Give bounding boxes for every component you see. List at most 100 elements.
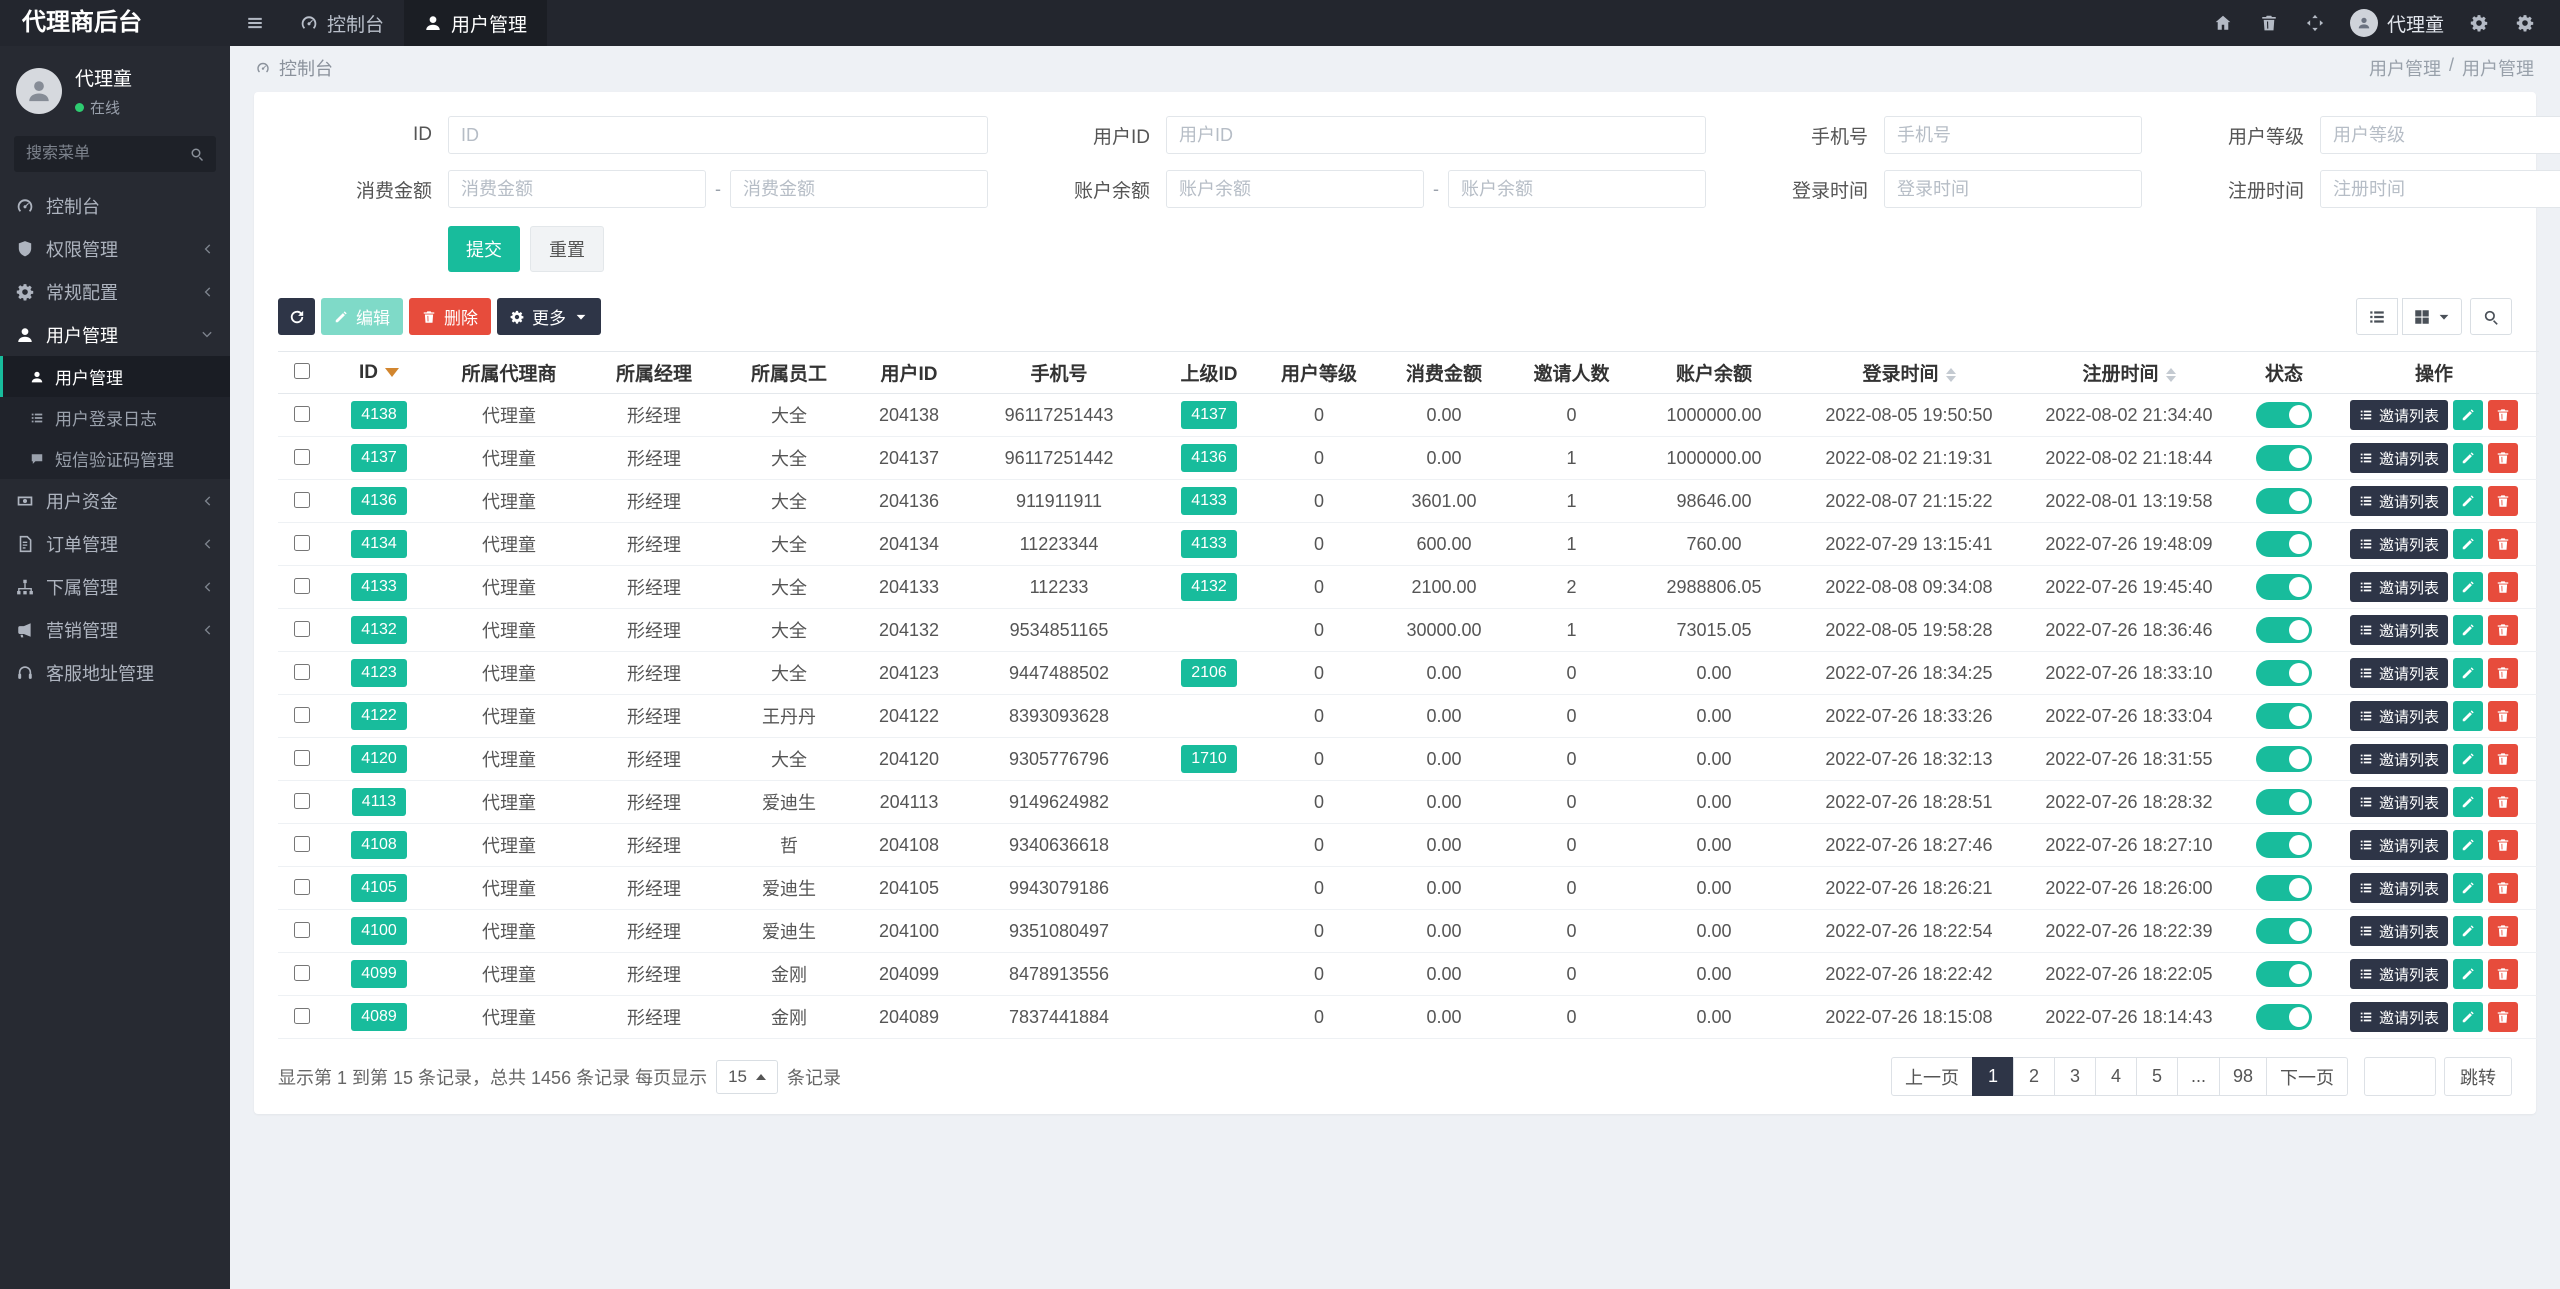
user-id-input[interactable] — [1166, 116, 1706, 154]
next-page-button[interactable]: 下一页 — [2266, 1057, 2348, 1096]
sidebar-item-user-management[interactable]: 用户管理 — [0, 313, 230, 356]
row-delete-button[interactable] — [2488, 744, 2518, 774]
row-edit-button[interactable] — [2453, 873, 2483, 903]
column-header-id[interactable]: ID — [324, 351, 434, 394]
page-number-button[interactable]: 98 — [2218, 1057, 2267, 1096]
invite-list-button[interactable]: 邀请列表 — [2349, 658, 2448, 688]
sidebar-item-user-funds[interactable]: 用户资金 — [0, 479, 230, 522]
row-edit-button[interactable] — [2453, 529, 2483, 559]
row-delete-button[interactable] — [2488, 615, 2518, 645]
invite-list-button[interactable]: 邀请列表 — [2349, 744, 2448, 774]
row-edit-button[interactable] — [2453, 1002, 2483, 1032]
row-delete-button[interactable] — [2488, 572, 2518, 602]
page-number-button[interactable]: ... — [2176, 1057, 2220, 1096]
row-edit-button[interactable] — [2453, 787, 2483, 817]
sidebar-item-orders[interactable]: 订单管理 — [0, 522, 230, 565]
row-checkbox[interactable] — [293, 836, 310, 852]
invite-list-button[interactable]: 邀请列表 — [2349, 486, 2448, 516]
row-delete-button[interactable] — [2488, 830, 2518, 860]
delete-button[interactable]: 删除 — [409, 298, 491, 335]
sidebar-item-marketing[interactable]: 营销管理 — [0, 608, 230, 651]
invite-list-button[interactable]: 邀请列表 — [2349, 400, 2448, 430]
status-toggle[interactable] — [2256, 746, 2312, 772]
page-number-button[interactable]: 1 — [1971, 1057, 2014, 1096]
page-number-button[interactable]: 2 — [2012, 1057, 2055, 1096]
invite-list-button[interactable]: 邀请列表 — [2349, 443, 2448, 473]
login-time-input[interactable] — [1884, 170, 2142, 208]
columns-button[interactable] — [2402, 298, 2462, 335]
prev-page-button[interactable]: 上一页 — [1890, 1057, 1973, 1096]
submit-button[interactable]: 提交 — [448, 226, 520, 272]
row-checkbox[interactable] — [293, 879, 310, 895]
avatar[interactable] — [16, 68, 62, 114]
current-user-menu[interactable]: 代理童 — [2338, 9, 2456, 37]
status-toggle[interactable] — [2256, 703, 2312, 729]
status-toggle[interactable] — [2256, 789, 2312, 815]
row-edit-button[interactable] — [2453, 615, 2483, 645]
register-time-input[interactable] — [2320, 170, 2560, 208]
row-edit-button[interactable] — [2453, 959, 2483, 989]
more-button[interactable]: 更多 — [497, 298, 601, 335]
status-toggle[interactable] — [2256, 445, 2312, 471]
reset-button[interactable]: 重置 — [530, 226, 604, 272]
home-button[interactable] — [2200, 0, 2246, 46]
row-checkbox[interactable] — [293, 1008, 310, 1024]
consume-max-input[interactable] — [730, 170, 988, 208]
row-checkbox[interactable] — [293, 750, 310, 766]
column-header-register-time[interactable]: 注册时间 — [2019, 351, 2239, 394]
row-edit-button[interactable] — [2453, 443, 2483, 473]
row-edit-button[interactable] — [2453, 486, 2483, 516]
invite-list-button[interactable]: 邀请列表 — [2349, 615, 2448, 645]
breadcrumb-left[interactable]: 控制台 — [279, 55, 333, 81]
row-delete-button[interactable] — [2488, 701, 2518, 731]
phone-input[interactable] — [1884, 116, 2142, 154]
row-checkbox[interactable] — [293, 492, 310, 508]
row-edit-button[interactable] — [2453, 701, 2483, 731]
invite-list-button[interactable]: 邀请列表 — [2349, 873, 2448, 903]
tab-user-management[interactable]: 用户管理 — [404, 0, 548, 46]
invite-list-button[interactable]: 邀请列表 — [2349, 959, 2448, 989]
sidebar-item-permissions[interactable]: 权限管理 — [0, 227, 230, 270]
column-header-login-time[interactable]: 登录时间 — [1799, 351, 2019, 394]
sidebar-item-support-address[interactable]: 客服地址管理 — [0, 651, 230, 694]
status-toggle[interactable] — [2256, 488, 2312, 514]
jump-button[interactable]: 跳转 — [2444, 1057, 2512, 1096]
id-input[interactable] — [448, 116, 988, 154]
row-checkbox[interactable] — [293, 965, 310, 981]
row-checkbox[interactable] — [293, 621, 310, 637]
row-delete-button[interactable] — [2488, 873, 2518, 903]
status-toggle[interactable] — [2256, 961, 2312, 987]
status-toggle[interactable] — [2256, 531, 2312, 557]
tab-dashboard[interactable]: 控制台 — [280, 0, 404, 46]
status-toggle[interactable] — [2256, 617, 2312, 643]
row-delete-button[interactable] — [2488, 529, 2518, 559]
row-delete-button[interactable] — [2488, 400, 2518, 430]
invite-list-button[interactable]: 邀请列表 — [2349, 1002, 2448, 1032]
row-checkbox[interactable] — [293, 449, 310, 465]
row-checkbox[interactable] — [293, 664, 310, 680]
sidebar-item-subordinates[interactable]: 下属管理 — [0, 565, 230, 608]
invite-list-button[interactable]: 邀请列表 — [2349, 529, 2448, 559]
level-input[interactable] — [2320, 116, 2560, 154]
search-toggle-button[interactable] — [2470, 298, 2512, 335]
page-number-button[interactable]: 5 — [2135, 1057, 2178, 1096]
row-edit-button[interactable] — [2453, 400, 2483, 430]
sidebar-item-user-login-log[interactable]: 用户登录日志 — [0, 397, 230, 438]
refresh-button[interactable] — [278, 298, 315, 335]
consume-min-input[interactable] — [448, 170, 706, 208]
invite-list-button[interactable]: 邀请列表 — [2349, 916, 2448, 946]
row-edit-button[interactable] — [2453, 830, 2483, 860]
row-delete-button[interactable] — [2488, 787, 2518, 817]
invite-list-button[interactable]: 邀请列表 — [2349, 701, 2448, 731]
row-delete-button[interactable] — [2488, 916, 2518, 946]
jump-page-input[interactable] — [2364, 1057, 2436, 1096]
page-number-button[interactable]: 4 — [2094, 1057, 2137, 1096]
status-toggle[interactable] — [2256, 832, 2312, 858]
status-toggle[interactable] — [2256, 574, 2312, 600]
fullscreen-button[interactable] — [2292, 0, 2338, 46]
edit-button[interactable]: 编辑 — [321, 298, 403, 335]
row-delete-button[interactable] — [2488, 959, 2518, 989]
menu-search-input[interactable] — [14, 136, 216, 172]
row-delete-button[interactable] — [2488, 443, 2518, 473]
row-checkbox[interactable] — [293, 578, 310, 594]
